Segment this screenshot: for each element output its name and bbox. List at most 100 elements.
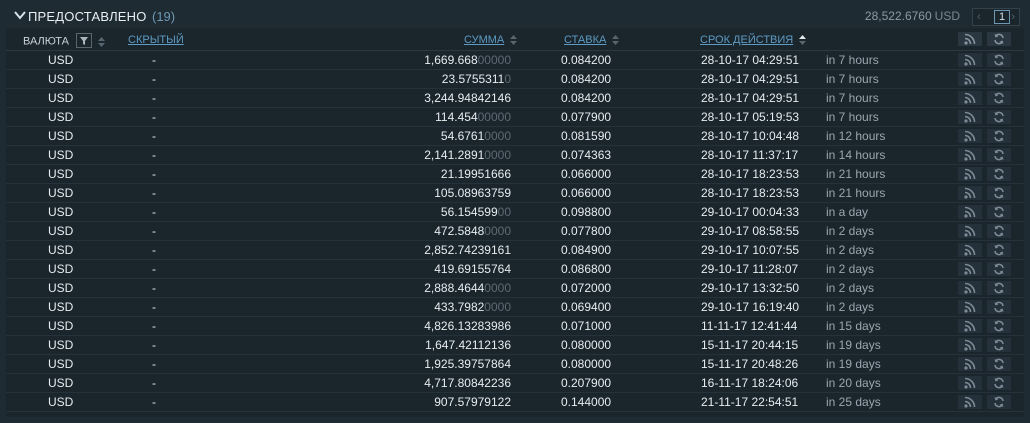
header-expiry[interactable]: СРОК ДЕЙСТВИЯ [700, 34, 807, 46]
page-number[interactable]: 1 [994, 10, 1010, 24]
table-row[interactable]: USD - 23.57553110 0.084200 28-10-17 04:2… [6, 70, 1024, 89]
row-rate: 0.084200 [561, 72, 612, 86]
refresh-button[interactable] [987, 205, 1011, 219]
table-row[interactable]: USD - 2,141.28910000 0.074363 28-10-17 1… [6, 146, 1024, 165]
table-row[interactable]: USD - 419.69155764 0.086800 29-10-17 11:… [6, 260, 1024, 279]
refresh-button[interactable] [987, 72, 1011, 86]
table-row[interactable]: USD - 105.08963759 0.066000 28-10-17 18:… [6, 184, 1024, 203]
rss-button[interactable] [958, 53, 982, 67]
rss-button[interactable] [958, 91, 982, 105]
header-rate-label[interactable]: СТАВКА [564, 34, 606, 46]
prev-page-button[interactable]: ‹ [977, 11, 981, 23]
rss-button[interactable] [958, 281, 982, 295]
table-row[interactable]: USD - 472.58480000 0.077800 29-10-17 08:… [6, 222, 1024, 241]
panel-title[interactable]: ПРЕДОСТАВЛЕНО [28, 9, 147, 24]
panel-count: (19) [152, 9, 176, 24]
rss-button[interactable] [958, 224, 982, 238]
rss-button[interactable] [958, 186, 982, 200]
header-rate[interactable]: СТАВКА [564, 34, 620, 46]
header-hidden[interactable]: СКРЫТЫЙ [128, 34, 184, 46]
rss-button[interactable] [958, 376, 982, 390]
table-row[interactable]: USD - 54.67610000 0.081590 28-10-17 10:0… [6, 127, 1024, 146]
table-row[interactable]: USD - 4,717.80842236 0.207900 16-11-17 1… [6, 374, 1024, 393]
refresh-button[interactable] [987, 243, 1011, 257]
header-currency-label: ВАЛЮТА [23, 35, 69, 48]
refresh-button[interactable] [987, 281, 1011, 295]
row-rate: 0.098800 [561, 205, 612, 219]
rss-button[interactable] [958, 243, 982, 257]
row-currency: USD [48, 148, 74, 162]
refresh-button[interactable] [987, 319, 1011, 333]
table-row[interactable]: USD - 2,888.46440000 0.072000 29-10-17 1… [6, 279, 1024, 298]
refresh-button[interactable] [987, 395, 1011, 409]
row-currency: USD [48, 281, 74, 295]
rss-button[interactable] [958, 395, 982, 409]
refresh-button[interactable] [987, 129, 1011, 143]
refresh-button[interactable] [987, 338, 1011, 352]
header-amount[interactable]: СУММА [464, 34, 518, 46]
table-row[interactable]: USD - 114.45400000 0.077900 28-10-17 05:… [6, 108, 1024, 127]
sort-ascending-icon[interactable] [799, 35, 807, 46]
refresh-all-button[interactable] [987, 32, 1011, 46]
sort-icon[interactable] [612, 35, 620, 46]
rss-button[interactable] [958, 129, 982, 143]
row-amount-padding: 00000 [477, 110, 511, 124]
table-row[interactable]: USD - 1,669.66800000 0.084200 28-10-17 0… [6, 51, 1024, 70]
row-expiry-date: 21-11-17 22:54:51 [701, 395, 799, 409]
refresh-button[interactable] [987, 224, 1011, 238]
header-amount-label[interactable]: СУММА [464, 34, 504, 46]
row-relative-time: in 2 days [826, 224, 875, 238]
row-amount: 2,888.46440000 [424, 281, 511, 295]
rss-button[interactable] [958, 205, 982, 219]
table-row[interactable]: USD - 4,826.13283986 0.071000 11-11-17 1… [6, 317, 1024, 336]
refresh-button[interactable] [987, 262, 1011, 276]
refresh-button[interactable] [987, 357, 1011, 371]
header-hidden-label[interactable]: СКРЫТЫЙ [128, 34, 184, 46]
row-expiry-date: 15-11-17 20:48:26 [701, 357, 799, 371]
table-header: ВАЛЮТА СКРЫТЫЙ СУММА СТАВКА СРОК ДЕЙСТВИ… [6, 30, 1024, 51]
rss-all-button[interactable] [958, 32, 982, 46]
refresh-icon [994, 282, 1004, 294]
offered-panel: ПРЕДОСТАВЛЕНО (19) 28,522.6760 USD ‹ 1 › … [6, 4, 1024, 417]
table-row[interactable]: USD - 3,244.94842146 0.084200 28-10-17 0… [6, 89, 1024, 108]
refresh-button[interactable] [987, 186, 1011, 200]
table-row[interactable]: USD - 1,925.39757864 0.080000 15-11-17 2… [6, 355, 1024, 374]
next-page-button[interactable]: › [1011, 11, 1015, 23]
rss-icon [964, 130, 976, 142]
row-hidden: - [152, 148, 156, 162]
rss-button[interactable] [958, 72, 982, 86]
row-hidden: - [152, 319, 156, 333]
table-row[interactable]: USD - 56.15459900 0.098800 29-10-17 00:0… [6, 203, 1024, 222]
refresh-button[interactable] [987, 53, 1011, 67]
rss-button[interactable] [958, 262, 982, 276]
row-amount-main: 54.6761 [440, 129, 485, 143]
table-row[interactable]: USD - 1,647.42112136 0.080000 15-11-17 2… [6, 336, 1024, 355]
filter-button[interactable] [76, 33, 93, 48]
refresh-button[interactable] [987, 300, 1011, 314]
rss-button[interactable] [958, 319, 982, 333]
refresh-button[interactable] [987, 110, 1011, 124]
rss-button[interactable] [958, 300, 982, 314]
rss-button[interactable] [958, 167, 982, 181]
rss-button[interactable] [958, 110, 982, 124]
row-expiry-date: 28-10-17 11:37:17 [701, 148, 799, 162]
table-row[interactable]: USD - 21.19951666 0.066000 28-10-17 18:2… [6, 165, 1024, 184]
rss-button[interactable] [958, 148, 982, 162]
total-currency: USD [934, 9, 960, 23]
chevron-down-icon[interactable] [14, 10, 26, 20]
row-amount: 4,717.80842236 [424, 376, 511, 390]
table-row[interactable]: USD - 907.57979122 0.144000 21-11-17 22:… [6, 393, 1024, 412]
rss-button[interactable] [958, 338, 982, 352]
row-currency: USD [48, 262, 74, 276]
table-row[interactable]: USD - 433.79820000 0.069400 29-10-17 16:… [6, 298, 1024, 317]
rss-button[interactable] [958, 357, 982, 371]
sort-icon[interactable] [510, 35, 518, 46]
refresh-button[interactable] [987, 91, 1011, 105]
header-expiry-label[interactable]: СРОК ДЕЙСТВИЯ [700, 34, 793, 46]
table-row[interactable]: USD - 2,852.74239161 0.084900 29-10-17 1… [6, 241, 1024, 260]
sort-icon[interactable] [98, 36, 106, 47]
refresh-button[interactable] [987, 167, 1011, 181]
refresh-button[interactable] [987, 148, 1011, 162]
refresh-icon [994, 225, 1004, 237]
refresh-button[interactable] [987, 376, 1011, 390]
